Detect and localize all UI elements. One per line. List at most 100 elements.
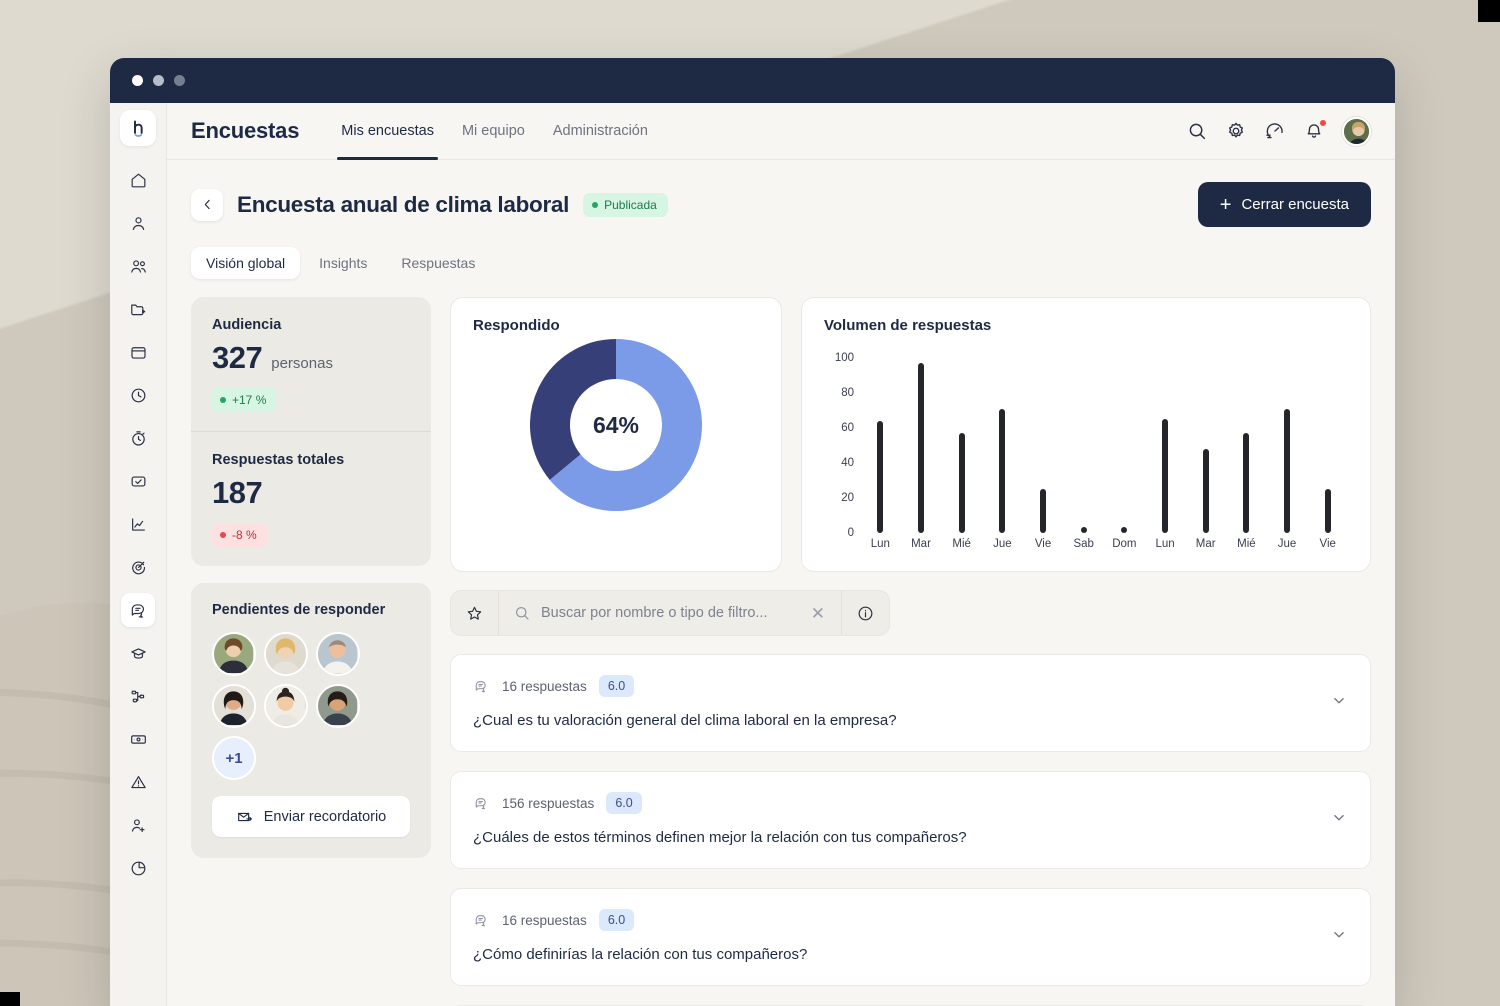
bar (1324, 489, 1331, 533)
stat-delta-badge: -8 % (212, 523, 267, 547)
comment-bubble-icon (473, 678, 490, 695)
person-icon (132, 216, 144, 230)
question-meta: 16 respuestas 6.0 (473, 675, 1348, 697)
info-icon[interactable] (841, 591, 889, 635)
x-tick-label: Dom (1112, 538, 1137, 550)
bar-item[interactable] (941, 352, 982, 533)
question-response-count: 16 respuestas (502, 912, 587, 928)
avatar[interactable] (264, 632, 308, 676)
sidebar-item-team[interactable] (121, 249, 155, 283)
question-card[interactable]: 16 respuestas 6.0 ¿Cómo definirías la re… (450, 888, 1371, 986)
trend-dot-icon (220, 397, 226, 403)
avatar[interactable] (264, 684, 308, 728)
window-maximize-dot[interactable] (174, 75, 185, 86)
donut-center-label: 64% (592, 411, 640, 438)
search-input[interactable] (541, 605, 799, 621)
star-icon[interactable] (451, 591, 499, 635)
stat-delta-label: -8 % (232, 528, 257, 542)
question-card[interactable]: 16 respuestas 6.0 ¿Cual es tu valoración… (450, 654, 1371, 752)
subtab-vision-global[interactable]: Visión global (191, 247, 301, 279)
x-tick-label: Mié (1237, 538, 1256, 550)
window-close-dot[interactable] (132, 75, 143, 86)
sidebar-item-reports[interactable] (121, 851, 155, 885)
bar-item[interactable] (982, 352, 1023, 533)
sidebar-item-org[interactable] (121, 679, 155, 713)
avatar-overflow-count[interactable]: +1 (212, 736, 256, 780)
sidebar-item-profile[interactable] (121, 206, 155, 240)
x-tick-label: Sab (1073, 538, 1094, 550)
stat-unit: personas (271, 355, 333, 372)
hierarchy-icon (131, 690, 144, 702)
close-survey-button[interactable]: + Cerrar encuesta (1197, 182, 1371, 227)
sidebar-item-clock[interactable] (121, 378, 155, 412)
bar-item[interactable] (1023, 352, 1064, 533)
chevron-down-icon[interactable] (1330, 809, 1348, 832)
question-card[interactable]: 156 respuestas 6.0 ¿Cuáles de estos térm… (450, 771, 1371, 869)
window-minimize-dot[interactable] (153, 75, 164, 86)
back-button[interactable] (191, 188, 223, 221)
send-reminder-button[interactable]: Enviar recordatorio (212, 796, 410, 837)
search-icon[interactable] (1186, 120, 1208, 142)
app-brand: Encuestas (191, 118, 300, 143)
bell-icon[interactable] (1303, 119, 1327, 142)
clock-icon (131, 388, 145, 402)
send-reminder-label: Enviar recordatorio (263, 808, 387, 825)
main-tabs: Mis encuestas Mi equipo Administración (327, 103, 662, 160)
sub-tabs: Visión global Insights Respuestas (191, 247, 1371, 279)
y-tick-label: 60 (841, 422, 854, 434)
bar-item[interactable] (901, 352, 942, 533)
avatar[interactable] (316, 684, 360, 728)
bar (1243, 433, 1250, 533)
avatar[interactable] (212, 632, 256, 676)
tab-mi-equipo[interactable]: Mi equipo (448, 103, 539, 160)
sidebar-item-payroll[interactable] (121, 722, 155, 756)
gear-icon[interactable] (1225, 120, 1247, 142)
sidebar-item-goals[interactable] (121, 550, 155, 584)
sidebar-item-folder[interactable] (121, 292, 155, 326)
user-avatar[interactable] (1342, 116, 1371, 146)
bar-item[interactable] (1063, 352, 1104, 533)
bar-item[interactable] (1104, 352, 1145, 533)
plus-icon: + (1219, 193, 1232, 216)
status-dot-icon (592, 201, 599, 208)
question-meta: 156 respuestas 6.0 (473, 792, 1348, 814)
sidebar-item-home[interactable] (121, 163, 155, 197)
pending-title: Pendientes de responder (212, 602, 386, 618)
avatar[interactable] (316, 632, 360, 676)
bar-item[interactable] (1267, 352, 1308, 533)
sidebar-item-surveys[interactable] (121, 593, 155, 627)
bar-item[interactable] (1185, 352, 1226, 533)
chat-bubbles-icon (131, 603, 144, 618)
speedometer-icon[interactable] (1264, 120, 1286, 142)
chevron-down-icon[interactable] (1330, 692, 1348, 715)
chart-title-respondido: Respondido (473, 317, 560, 334)
tab-administracion[interactable]: Administración (539, 103, 662, 160)
sidebar-item-incidents[interactable] (121, 765, 155, 799)
chevron-down-icon[interactable] (1330, 926, 1348, 949)
stopwatch-icon (131, 430, 145, 446)
bar (1284, 408, 1291, 533)
volumen-chart-panel: Volumen de respuestas 0 20 40 60 80 100 Lun Ma… (801, 297, 1371, 572)
bar-item[interactable] (1307, 352, 1348, 533)
sidebar-item-calendar[interactable] (121, 335, 155, 369)
y-tick-label: 40 (841, 457, 854, 469)
sidebar-item-recruiting[interactable] (121, 808, 155, 842)
bar-item[interactable] (1145, 352, 1186, 533)
tab-mis-encuestas[interactable]: Mis encuestas (327, 103, 448, 160)
sidebar-item-tasks[interactable] (121, 464, 155, 498)
stat-value: 327 (212, 340, 263, 375)
bar (999, 408, 1006, 533)
sidebar-item-training[interactable] (121, 636, 155, 670)
avatar[interactable] (212, 684, 256, 728)
x-tick-label: Jue (993, 538, 1012, 550)
bar-item[interactable] (1226, 352, 1267, 533)
app-logo[interactable] (120, 110, 156, 146)
people-icon (130, 259, 146, 273)
x-axis: Lun Mar Mié Jue Vie Sab Dom Lun Mar Mié Jue Vie (860, 533, 1348, 555)
clear-search-icon[interactable]: ✕ (809, 605, 827, 622)
bar-item[interactable] (860, 352, 901, 533)
subtab-respuestas[interactable]: Respuestas (386, 247, 490, 279)
sidebar-item-analytics[interactable] (121, 507, 155, 541)
subtab-insights[interactable]: Insights (304, 247, 382, 279)
sidebar-item-timer[interactable] (121, 421, 155, 455)
